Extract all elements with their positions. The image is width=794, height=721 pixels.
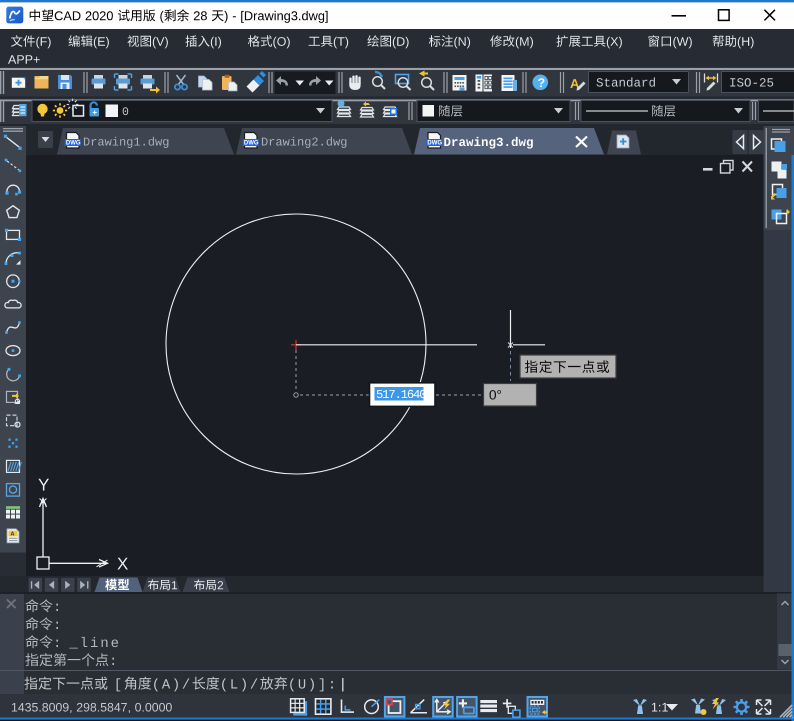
svg-text:DWG: DWG — [66, 141, 81, 147]
svg-text:DWG: DWG — [244, 141, 259, 147]
svg-text:DWG: DWG — [427, 141, 442, 147]
svg-text:A: A — [11, 531, 15, 537]
